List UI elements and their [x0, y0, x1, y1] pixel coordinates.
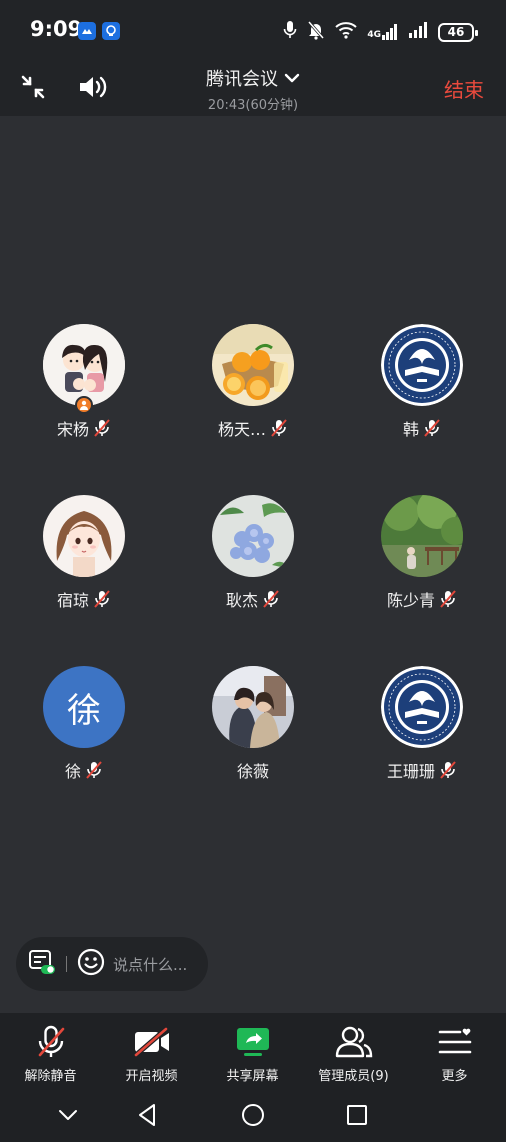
- recent-apps-icon[interactable]: [342, 1102, 372, 1128]
- meeting-title-area[interactable]: 腾讯会议 20:43(60分钟): [0, 65, 506, 113]
- cartoon-couple-avatar: [43, 324, 125, 406]
- status-time: 9:09: [30, 17, 83, 41]
- network-type-label: 4G: [367, 30, 381, 40]
- mic-muted-icon: [262, 589, 280, 609]
- cellular-signal-icon: [408, 22, 428, 42]
- participant-tile[interactable]: 陈少青: [352, 495, 492, 610]
- participant-name: 王珊珊: [386, 762, 435, 781]
- university-emblem-avatar: [381, 666, 463, 748]
- host-badge-icon: [75, 396, 93, 414]
- share-screen-icon: [235, 1025, 271, 1059]
- chevron-down-icon: [284, 68, 300, 89]
- bulb-app-icon: [102, 22, 120, 40]
- mute-bell-icon: [307, 20, 325, 44]
- video-off-icon: [133, 1025, 171, 1059]
- participant-name: 陈少青: [386, 591, 435, 610]
- participant-name: 韩: [402, 420, 419, 439]
- mic-muted-icon: [439, 589, 457, 609]
- unmute-label: 解除静音: [24, 1069, 77, 1084]
- meeting-title: 腾讯会议: [206, 69, 278, 90]
- participant-tile[interactable]: 宿琼: [14, 495, 154, 610]
- chat-list-toggle-icon[interactable]: [28, 948, 56, 980]
- hide-keyboard-chevron-icon[interactable]: [53, 1102, 83, 1128]
- battery-icon: 46: [438, 22, 478, 42]
- more-label: 更多: [441, 1069, 468, 1084]
- chat-input-bar[interactable]: 说点什么...: [16, 937, 208, 991]
- wifi-icon: [335, 21, 358, 43]
- start-video-label: 开启视频: [125, 1069, 178, 1084]
- participant-tile[interactable]: 王珊珊: [352, 666, 492, 781]
- meeting-header: 腾讯会议 20:43(60分钟) 结束: [0, 62, 506, 116]
- letter-avatar: 徐: [43, 666, 125, 748]
- more-button[interactable]: 更多: [404, 1013, 505, 1090]
- mic-muted-icon: [423, 418, 441, 438]
- oranges-photo-avatar: [212, 324, 294, 406]
- emoji-icon[interactable]: [77, 948, 105, 980]
- mic-muted-icon: [93, 418, 111, 438]
- more-menu-icon: [438, 1025, 472, 1059]
- park-photo-avatar: [381, 495, 463, 577]
- start-video-button[interactable]: 开启视频: [101, 1013, 202, 1090]
- status-bar: 9:09 4G 46: [0, 0, 506, 62]
- participant-tile[interactable]: 杨天…: [183, 324, 323, 439]
- mic-muted-icon: [93, 589, 111, 609]
- chat-placeholder[interactable]: 说点什么...: [113, 954, 187, 975]
- participant-tile[interactable]: 徐 徐: [14, 666, 154, 781]
- battery-level: 46: [447, 25, 465, 39]
- mic-muted-icon: [85, 760, 103, 780]
- participant-name: 宋杨: [56, 420, 89, 439]
- blue-flowers-avatar: [212, 495, 294, 577]
- participant-name: 宿琼: [56, 591, 89, 610]
- university-emblem-avatar: [381, 324, 463, 406]
- back-icon[interactable]: [132, 1102, 162, 1128]
- end-meeting-button[interactable]: 结束: [444, 74, 484, 103]
- participant-tile[interactable]: 韩: [352, 324, 492, 439]
- system-navigation-bar: [0, 1090, 506, 1142]
- participant-name: 耿杰: [225, 591, 258, 610]
- home-icon[interactable]: [238, 1102, 268, 1128]
- share-screen-button[interactable]: 共享屏幕: [202, 1013, 303, 1090]
- participant-name: 徐薇: [236, 762, 269, 781]
- meeting-toolbar: 解除静音 开启视频 共享屏幕 管理成员(9) 更多: [0, 1013, 506, 1090]
- divider: [66, 956, 67, 972]
- unmute-button[interactable]: 解除静音: [0, 1013, 101, 1090]
- mic-muted-icon: [270, 418, 288, 438]
- meeting-duration: 20:43(60分钟): [207, 98, 299, 113]
- tencent-meeting-app-icon: [78, 22, 96, 40]
- mic-active-icon: [283, 20, 297, 44]
- participant-tile[interactable]: 徐薇: [183, 666, 323, 781]
- mic-muted-icon: [439, 760, 457, 780]
- manage-members-button[interactable]: 管理成员(9): [303, 1013, 404, 1090]
- participant-name: 徐: [64, 762, 81, 781]
- couple-photo-avatar: [212, 666, 294, 748]
- share-screen-label: 共享屏幕: [226, 1069, 279, 1084]
- participant-tile[interactable]: 耿杰: [183, 495, 323, 610]
- anime-girl-avatar: [43, 495, 125, 577]
- members-icon: [335, 1025, 373, 1059]
- mic-off-icon: [36, 1025, 66, 1059]
- avatar-letter: 徐: [67, 690, 101, 731]
- participant-tile[interactable]: 宋杨: [14, 324, 154, 439]
- participant-name: 杨天…: [217, 420, 266, 439]
- cellular-signal-4g-icon: 4G: [367, 24, 398, 40]
- manage-members-label: 管理成员(9): [318, 1069, 389, 1084]
